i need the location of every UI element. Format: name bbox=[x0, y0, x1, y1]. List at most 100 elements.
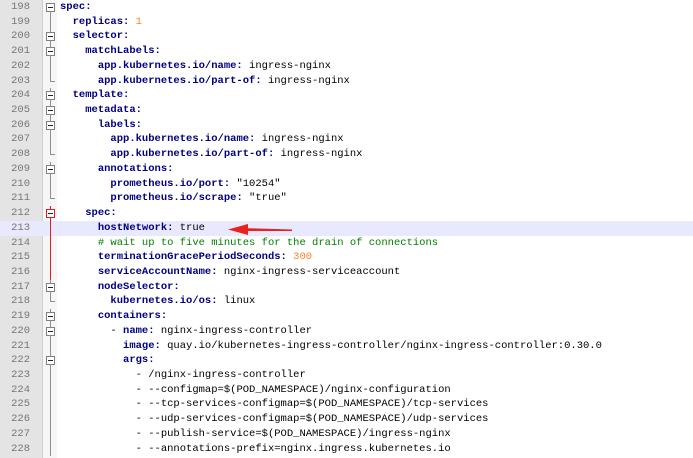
code-text[interactable]: app.kubernetes.io/name: ingress-nginx bbox=[60, 59, 331, 74]
code-text[interactable]: args: bbox=[60, 353, 155, 368]
code-text[interactable]: - --configmap=$(POD_NAMESPACE)/nginx-con… bbox=[60, 383, 451, 398]
line-number: 198 bbox=[11, 1, 30, 13]
code-line-202[interactable]: 202 app.kubernetes.io/name: ingress-ngin… bbox=[0, 58, 693, 74]
code-text[interactable]: selector: bbox=[60, 29, 130, 44]
code-line-207[interactable]: 207 app.kubernetes.io/name: ingress-ngin… bbox=[0, 132, 693, 148]
code-text[interactable]: annotations: bbox=[60, 162, 174, 177]
code-text[interactable]: - --publish-service=$(POD_NAMESPACE)/ing… bbox=[60, 427, 451, 442]
code-text[interactable]: - --udp-services-configmap=$(POD_NAMESPA… bbox=[60, 412, 489, 427]
code-line-228[interactable]: 228 - --annotations-prefix=nginx.ingress… bbox=[0, 441, 693, 457]
code-text[interactable]: labels: bbox=[60, 118, 142, 133]
code-text[interactable]: - name: nginx-ingress-controller bbox=[60, 324, 312, 339]
yaml-value: 1 bbox=[129, 15, 142, 28]
code-line-201[interactable]: 201 matchLabels: bbox=[0, 44, 693, 60]
code-line-209[interactable]: 209 annotations: bbox=[0, 161, 693, 177]
code-text[interactable]: matchLabels: bbox=[60, 44, 161, 59]
code-line-222[interactable]: 222 args: bbox=[0, 353, 693, 369]
yaml-key: metadata: bbox=[85, 104, 142, 117]
fold-toggle-icon[interactable] bbox=[43, 206, 57, 222]
fold-guide bbox=[43, 338, 57, 354]
fold-toggle-icon[interactable] bbox=[43, 29, 57, 45]
yaml-key: kubernetes.io/os: bbox=[110, 295, 218, 308]
fold-toggle-icon[interactable] bbox=[43, 323, 57, 339]
code-line-212[interactable]: 212 spec: bbox=[0, 206, 693, 222]
code-text[interactable]: serviceAccountName: nginx-ingress-servic… bbox=[60, 265, 400, 280]
code-line-208[interactable]: 208 app.kubernetes.io/part-of: ingress-n… bbox=[0, 147, 693, 162]
code-text[interactable]: nodeSelector: bbox=[60, 280, 180, 295]
code-line-198[interactable]: 198 spec: bbox=[0, 0, 693, 15]
code-text[interactable]: prometheus.io/scrape: "true" bbox=[60, 191, 286, 206]
code-line-227[interactable]: 227 - --publish-service=$(POD_NAMESPACE)… bbox=[0, 426, 693, 442]
code-text[interactable]: replicas: 1 bbox=[60, 15, 142, 30]
fold-guide bbox=[43, 58, 57, 74]
code-line-204[interactable]: 204 template: bbox=[0, 88, 693, 104]
code-line-226[interactable]: 226 - --udp-services-configmap=$(POD_NAM… bbox=[0, 412, 693, 427]
yaml-key: matchLabels: bbox=[85, 45, 161, 58]
code-line-203[interactable]: 203 app.kubernetes.io/part-of: ingress-n… bbox=[0, 73, 693, 89]
code-line-219[interactable]: 219 containers: bbox=[0, 309, 693, 325]
code-line-210[interactable]: 210 prometheus.io/port: "10254" bbox=[0, 176, 693, 192]
red-arrow-annotation bbox=[228, 224, 292, 235]
code-text[interactable]: template: bbox=[60, 88, 130, 103]
code-text[interactable]: containers: bbox=[60, 309, 167, 324]
yaml-key: hostNetwork: bbox=[97, 221, 174, 234]
code-line-220[interactable]: 220 - name: nginx-ingress-controller bbox=[0, 323, 693, 339]
fold-guide bbox=[43, 397, 57, 413]
code-line-223[interactable]: 223 - /nginx-ingress-controller bbox=[0, 368, 693, 383]
yaml-key: prometheus.io/port: bbox=[110, 177, 231, 190]
code-line-211[interactable]: 211 prometheus.io/scrape: "true" bbox=[0, 191, 693, 206]
yaml-value: quay.io/kubernetes-ingress-controller/ng… bbox=[160, 339, 602, 352]
code-line-225[interactable]: 225 - --tcp-services-configmap=$(POD_NAM… bbox=[0, 397, 693, 413]
fold-toggle-icon[interactable] bbox=[43, 353, 57, 369]
line-number: 203 bbox=[11, 74, 30, 87]
code-text[interactable]: hostNetwork: true bbox=[60, 221, 205, 236]
line-number: 201 bbox=[11, 45, 30, 58]
yaml-key: name: bbox=[123, 324, 155, 337]
code-text[interactable]: app.kubernetes.io/part-of: ingress-nginx bbox=[60, 74, 350, 89]
fold-toggle-icon[interactable] bbox=[43, 309, 57, 325]
fold-toggle-icon[interactable] bbox=[43, 103, 57, 119]
fold-toggle-icon[interactable] bbox=[43, 117, 57, 133]
line-number: 225 bbox=[11, 398, 30, 411]
code-editor[interactable]: 198 spec: 199 replicas: 1 200 selector: 201 … bbox=[0, 0, 693, 458]
yaml-key: app.kubernetes.io/name: bbox=[110, 133, 256, 146]
code-text[interactable]: app.kubernetes.io/part-of: ingress-nginx bbox=[60, 147, 362, 162]
code-line-199[interactable]: 199 replicas: 1 bbox=[0, 14, 693, 30]
code-line-213[interactable]: 213 hostNetwork: true bbox=[0, 220, 693, 236]
yaml-key: prometheus.io/scrape: bbox=[110, 192, 243, 205]
code-line-217[interactable]: 217 nodeSelector: bbox=[0, 279, 693, 295]
code-text[interactable]: prometheus.io/port: "10254" bbox=[60, 177, 280, 192]
code-text[interactable]: kubernetes.io/os: linux bbox=[60, 294, 255, 309]
code-text[interactable]: metadata: bbox=[60, 103, 142, 118]
code-line-206[interactable]: 206 labels: bbox=[0, 117, 693, 133]
fold-toggle-icon[interactable] bbox=[43, 279, 57, 295]
code-text[interactable]: spec: bbox=[60, 0, 92, 15]
code-text[interactable]: - /nginx-ingress-controller bbox=[60, 368, 306, 383]
code-line-221[interactable]: 221 image: quay.io/kubernetes-ingress-co… bbox=[0, 338, 693, 354]
code-line-218[interactable]: 218 kubernetes.io/os: linux bbox=[0, 294, 693, 309]
code-text[interactable]: image: quay.io/kubernetes-ingress-contro… bbox=[60, 339, 602, 354]
fold-toggle-icon[interactable] bbox=[43, 0, 57, 15]
code-line-214[interactable]: 214 # wait up to five minutes for the dr… bbox=[0, 235, 693, 251]
yaml-key: app.kubernetes.io/part-of: bbox=[97, 74, 262, 87]
fold-guide bbox=[43, 412, 57, 427]
code-line-205[interactable]: 205 metadata: bbox=[0, 103, 693, 119]
code-line-200[interactable]: 200 selector: bbox=[0, 29, 693, 45]
yaml-value: - --tcp-services-configmap=$(POD_NAMESPA… bbox=[135, 398, 489, 411]
code-text[interactable]: app.kubernetes.io/name: ingress-nginx bbox=[60, 132, 343, 147]
fold-toggle-icon[interactable] bbox=[43, 44, 57, 60]
code-line-216[interactable]: 216 serviceAccountName: nginx-ingress-se… bbox=[0, 264, 693, 280]
code-line-224[interactable]: 224 - --configmap=$(POD_NAMESPACE)/nginx… bbox=[0, 382, 693, 398]
code-line-215[interactable]: 215 terminationGracePeriodSeconds: 300 bbox=[0, 250, 693, 265]
yaml-value: nginx-ingress-serviceaccount bbox=[217, 265, 401, 278]
code-text[interactable]: terminationGracePeriodSeconds: 300 bbox=[60, 250, 312, 265]
code-text[interactable]: - --annotations-prefix=nginx.ingress.kub… bbox=[60, 442, 451, 457]
line-number: 215 bbox=[11, 251, 30, 264]
fold-toggle-icon[interactable] bbox=[43, 161, 57, 177]
code-text[interactable]: spec: bbox=[60, 206, 117, 221]
code-text[interactable]: - --tcp-services-configmap=$(POD_NAMESPA… bbox=[60, 397, 489, 412]
fold-toggle-icon[interactable] bbox=[43, 88, 57, 104]
